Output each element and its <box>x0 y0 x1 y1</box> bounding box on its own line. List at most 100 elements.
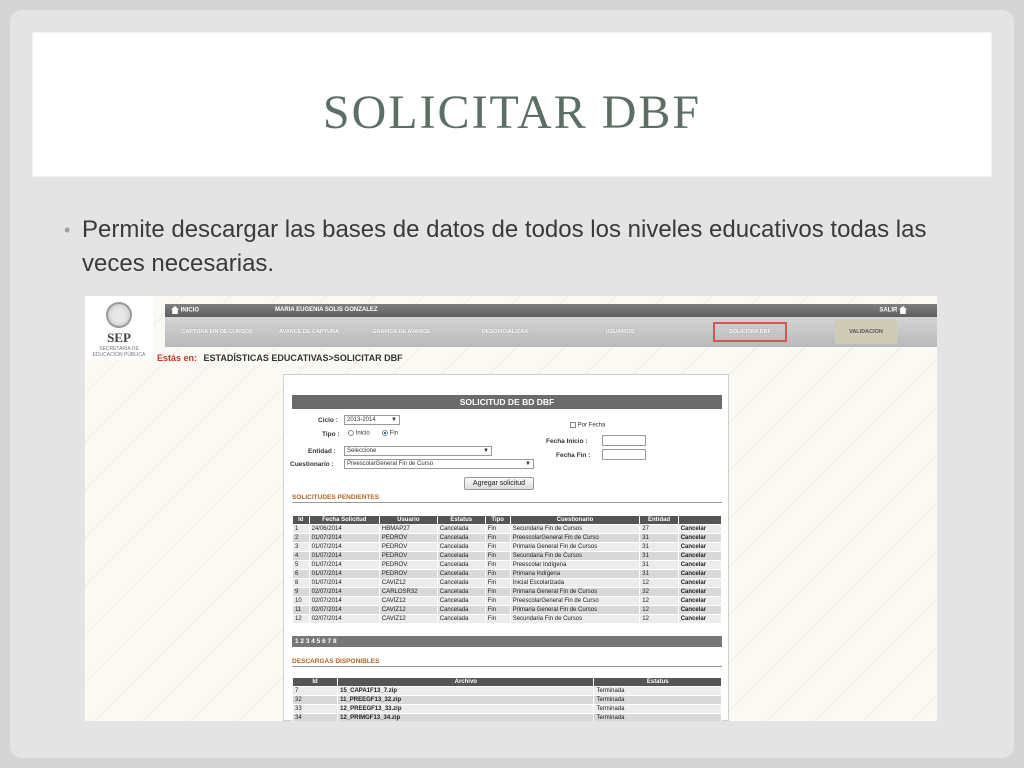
home-label: INICIO <box>180 307 200 314</box>
table-row: 10 02/07/2014 CAVIZ12 Cancelada Fin Preescola… <box>292 596 723 606</box>
fecha-fin-input[interactable] <box>602 449 646 460</box>
nav-validacion[interactable]: VALIDACION <box>835 320 897 344</box>
download-file-link[interactable]: 12_PRIMGF13_34.zip <box>337 713 595 721</box>
breadcrumb-path: ESTADÍSTICAS EDUCATIVAS>SOLICITAR DBF <box>203 353 403 363</box>
radio-on-icon <box>382 430 388 436</box>
table-row: 6 01/07/2014 PEDROV Cancelada Fin Primaria In… <box>292 569 723 579</box>
download-file-link[interactable]: 11_PREEGF13_32.zip <box>337 695 595 705</box>
table-cell: Cancelada <box>436 587 486 597</box>
downloads-col-header: Id <box>291 677 339 687</box>
pagination[interactable]: 1 2 3 4 5 6 7 8 <box>292 636 722 647</box>
table-cell: Cancelada <box>436 569 486 579</box>
nav-solicitar-dbf[interactable]: SOLICITAR DBF <box>713 322 787 342</box>
table-row: 32 11_PREEGF13_32.zip Terminada <box>291 695 722 705</box>
cuestionario-select[interactable]: PreescolarGeneral Fin de Curso ▼ <box>344 459 534 469</box>
tipo-inicio-radio[interactable]: Inicio <box>348 430 370 437</box>
cancel-link[interactable]: Cancelar <box>677 614 723 624</box>
table-cell: Terminada <box>593 704 722 714</box>
table-cell: Fin <box>484 524 511 534</box>
table-cell: 32 <box>291 695 339 705</box>
table-row: 2 01/07/2014 PEDROV Cancelada Fin PreescolarG… <box>292 533 723 543</box>
table-cell: Primaria General Fin de Cursos <box>509 587 641 597</box>
user-name: MARIA EUGENIA SOLIS GONZALEZ <box>275 307 378 313</box>
table-cell: 9 <box>292 587 310 597</box>
table-cell: 5 <box>292 560 310 570</box>
nav-avance-de-captura[interactable]: AVANCE DE CAPTURA <box>269 322 349 342</box>
pending-section-title: SOLICITUDES PENDIENTES <box>292 494 722 503</box>
downloads-table: Id Archivo Estatus 7 15_CAPA1F13_7.zip Termi… <box>291 677 722 721</box>
table-cell: 02/07/2014 <box>308 587 380 597</box>
table-cell: Terminada <box>593 686 722 696</box>
cuestionario-label: Cuestionario : <box>290 461 334 468</box>
table-cell: PreescolarGeneral Fin de Curso <box>509 533 641 543</box>
bullet-dot-icon: • <box>64 220 71 240</box>
table-row: 1 24/06/2014 HBMAP27 Cancelada Fin Secundaria… <box>292 524 723 534</box>
table-cell: PEDROV <box>378 533 438 543</box>
table-cell: Fin <box>484 569 511 579</box>
fecha-fin-label: Fecha Fin : <box>556 452 591 459</box>
cancel-link[interactable]: Cancelar <box>677 587 723 597</box>
table-cell: 4 <box>292 551 310 561</box>
table-cell: 12 <box>292 614 310 624</box>
pending-col-header: Id <box>292 515 310 525</box>
slide: SOLICITAR DBF • Permite descargar las ba… <box>10 10 1014 758</box>
table-cell: CAVIZ12 <box>378 614 438 624</box>
fecha-inicio-input[interactable] <box>602 435 646 446</box>
nav-desoficializar[interactable]: DESOFICIALIZAR <box>465 322 545 342</box>
table-row: 4 01/07/2014 PEDROV Cancelada Fin Secundaria … <box>292 551 723 561</box>
table-cell: Primaria General Fin de Cursos <box>509 542 641 552</box>
cancel-link[interactable]: Cancelar <box>677 605 723 615</box>
cancel-link[interactable]: Cancelar <box>677 569 723 579</box>
table-cell: Cancelada <box>436 524 486 534</box>
nav-usuarios[interactable]: USUARIOS <box>580 322 660 342</box>
table-cell: 34 <box>291 713 339 721</box>
table-cell: Secundaria Fin de Cursos <box>509 614 641 624</box>
cancel-link[interactable]: Cancelar <box>677 578 723 588</box>
cancel-link[interactable]: Cancelar <box>677 542 723 552</box>
table-row: 33 12_PREEGF13_33.zip Terminada <box>291 704 722 714</box>
nav-captura-fin-de-cursos[interactable]: CAPTURA FIN DE CURSOS <box>177 322 257 342</box>
table-cell: Primaria General Fin de Cursos <box>509 605 641 615</box>
home-link[interactable]: INICIO <box>171 306 199 314</box>
table-cell: PEDROV <box>378 560 438 570</box>
table-cell: CAVIZ12 <box>378 605 438 615</box>
downloads-col-header: Estatus <box>593 677 722 687</box>
cancel-link[interactable]: Cancelar <box>677 524 723 534</box>
table-row: 8 01/07/2014 CAVIZ12 Cancelada Fin Inicial Es… <box>292 578 723 588</box>
table-cell: 02/07/2014 <box>308 596 380 606</box>
sep-logo-subtitle: SECRETARÍA DE EDUCACIÓN PÚBLICA <box>92 346 146 358</box>
download-file-link[interactable]: 15_CAPA1F13_7.zip <box>337 686 595 696</box>
cancel-link[interactable]: Cancelar <box>677 560 723 570</box>
cancel-link[interactable]: Cancelar <box>677 596 723 606</box>
cancel-link[interactable]: Cancelar <box>677 533 723 543</box>
bullet-label: Permite descargar las bases de datos de … <box>82 216 927 277</box>
table-cell: 33 <box>291 704 339 714</box>
slide-title: SOLICITAR DBF <box>322 86 702 139</box>
fecha-inicio-label: Fecha Inicio : <box>546 438 588 445</box>
download-file-link[interactable]: 12_PREEGF13_33.zip <box>337 704 595 714</box>
downloads-col-header: Archivo <box>337 677 595 687</box>
add-request-button[interactable]: Agregar solicitud <box>464 477 534 490</box>
table-cell: Terminada <box>593 695 722 705</box>
por-fecha-checkbox[interactable]: Por Fecha <box>570 422 605 429</box>
table-cell: PreescolarGeneral Fin de Curso <box>509 596 641 606</box>
cancel-link[interactable]: Cancelar <box>677 551 723 561</box>
exit-link[interactable]: SALIR <box>879 306 907 314</box>
table-cell: Fin <box>484 605 511 615</box>
table-cell: 12 <box>639 596 679 606</box>
request-panel: SOLICITUD DE BD DBF Ciclo : 2013-2014 ▼ … <box>283 374 729 721</box>
table-cell: Fin <box>484 533 511 543</box>
tipo-fin-radio[interactable]: Fin <box>382 430 398 437</box>
table-cell: 12 <box>639 605 679 615</box>
ciclo-select[interactable]: 2013-2014 ▼ <box>344 415 400 425</box>
table-cell: 2 <box>292 533 310 543</box>
table-cell: 32 <box>639 587 679 597</box>
table-cell: 01/07/2014 <box>308 578 380 588</box>
table-cell: 31 <box>639 542 679 552</box>
table-cell: PEDROV <box>378 569 438 579</box>
nav-grafica-de-avance[interactable]: GRAFICA DE AVANCE <box>361 322 441 342</box>
entidad-select[interactable]: Seleccione ▼ <box>344 446 492 456</box>
title-box: SOLICITAR DBF <box>32 32 992 177</box>
table-cell: Primaria Indígena <box>509 569 641 579</box>
entidad-value: Seleccione <box>347 448 377 454</box>
